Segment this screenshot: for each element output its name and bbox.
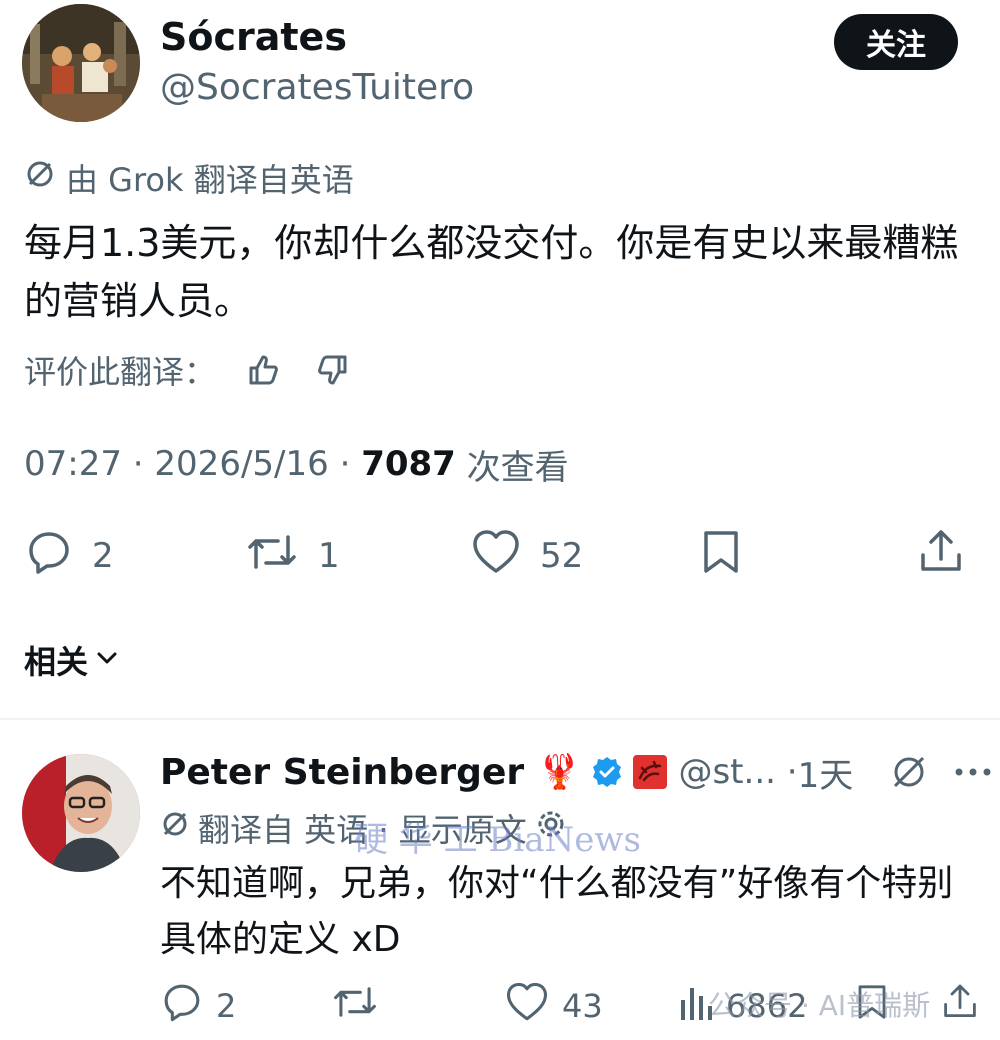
divider bbox=[0, 718, 1000, 720]
translate-icon bbox=[160, 809, 190, 847]
bookmark-icon bbox=[696, 527, 746, 586]
author-handle[interactable]: @SocratesTuitero bbox=[160, 66, 474, 110]
separator-dot: · bbox=[121, 444, 155, 484]
like-button[interactable]: 52 bbox=[470, 524, 583, 588]
lobster-emoji: 🦞 bbox=[538, 752, 581, 792]
affiliate-badge-icon bbox=[632, 754, 668, 790]
reply-time-ago[interactable]: 1天 bbox=[798, 748, 854, 797]
heart-icon bbox=[470, 527, 522, 586]
tweet-body: 每月1.3美元，你却什么都没交付。你是有史以来最糟糕的营销人员。 bbox=[24, 221, 959, 323]
views-count: 7087 bbox=[361, 444, 456, 484]
bookmark-button[interactable] bbox=[696, 524, 746, 588]
separator-dot: · bbox=[775, 752, 798, 792]
reply-header: Peter Steinberger 🦞 @st... · 1天 bbox=[160, 744, 993, 800]
reply-like-button[interactable]: 43 bbox=[504, 978, 603, 1034]
reply-icon bbox=[160, 980, 204, 1032]
translation-note: 由 Grok 翻译自英语 bbox=[24, 156, 354, 200]
related-label: 相关 bbox=[24, 643, 89, 681]
avatar-photo-image bbox=[22, 754, 140, 872]
repost-button[interactable]: 1 bbox=[244, 524, 340, 588]
reply-button[interactable]: 2 bbox=[24, 524, 114, 588]
translate-icon bbox=[24, 158, 56, 198]
reply-author-handle[interactable]: @st... bbox=[678, 752, 775, 792]
tweet-time[interactable]: 07:27 bbox=[24, 444, 122, 484]
separator-dot: · bbox=[328, 444, 362, 484]
reply-like-count: 43 bbox=[562, 987, 603, 1025]
chevron-down-icon bbox=[94, 641, 120, 679]
watermark-overlay: 硬 华 工 BiaNews bbox=[354, 820, 641, 860]
tweet-meta: 07:27 · 2026/5/16 · 7087 次查看 bbox=[24, 440, 569, 488]
share-icon bbox=[916, 527, 966, 586]
reply-body: 不知道啊，兄弟，你对“什么都没有”好像有个特别具体的定义 xD bbox=[160, 863, 954, 960]
reply-author-name[interactable]: Peter Steinberger bbox=[160, 752, 524, 793]
repost-count: 1 bbox=[318, 536, 340, 576]
share-button[interactable] bbox=[916, 524, 966, 588]
avatar-painting-image bbox=[22, 4, 140, 122]
translation-note-text: 由 Grok 翻译自英语 bbox=[66, 161, 354, 199]
reply-count: 2 bbox=[92, 536, 114, 576]
author-avatar[interactable] bbox=[22, 4, 140, 122]
repost-icon bbox=[330, 980, 380, 1032]
share-icon bbox=[940, 980, 980, 1032]
related-toggle[interactable]: 相关 bbox=[24, 636, 120, 684]
reply-icon bbox=[24, 527, 74, 586]
views-label: 次查看 bbox=[466, 447, 569, 488]
reply-share-button[interactable] bbox=[940, 978, 980, 1034]
like-count: 52 bbox=[540, 536, 584, 576]
reply-author-avatar[interactable] bbox=[22, 754, 140, 872]
grok-icon[interactable] bbox=[889, 752, 929, 792]
author-name[interactable]: Sócrates bbox=[160, 14, 347, 60]
verified-badge-icon bbox=[590, 755, 624, 789]
rate-translation-label: 评价此翻译： bbox=[24, 353, 217, 391]
thumbs-down-icon[interactable] bbox=[312, 350, 352, 390]
repost-icon bbox=[244, 527, 300, 586]
watermark-bottom: 公众号 · AI普瑞斯 bbox=[708, 989, 931, 1022]
more-options-icon[interactable] bbox=[953, 762, 993, 782]
rate-translation: 评价此翻译： bbox=[24, 348, 352, 392]
follow-button[interactable]: 关注 bbox=[834, 14, 958, 70]
tweet-date[interactable]: 2026/5/16 bbox=[154, 444, 328, 484]
reply-reply-button[interactable]: 2 bbox=[160, 978, 236, 1034]
reply-repost-button[interactable] bbox=[330, 978, 380, 1034]
thumbs-up-icon[interactable] bbox=[244, 350, 284, 390]
reply-reply-count: 2 bbox=[216, 987, 237, 1025]
heart-icon bbox=[504, 980, 550, 1032]
